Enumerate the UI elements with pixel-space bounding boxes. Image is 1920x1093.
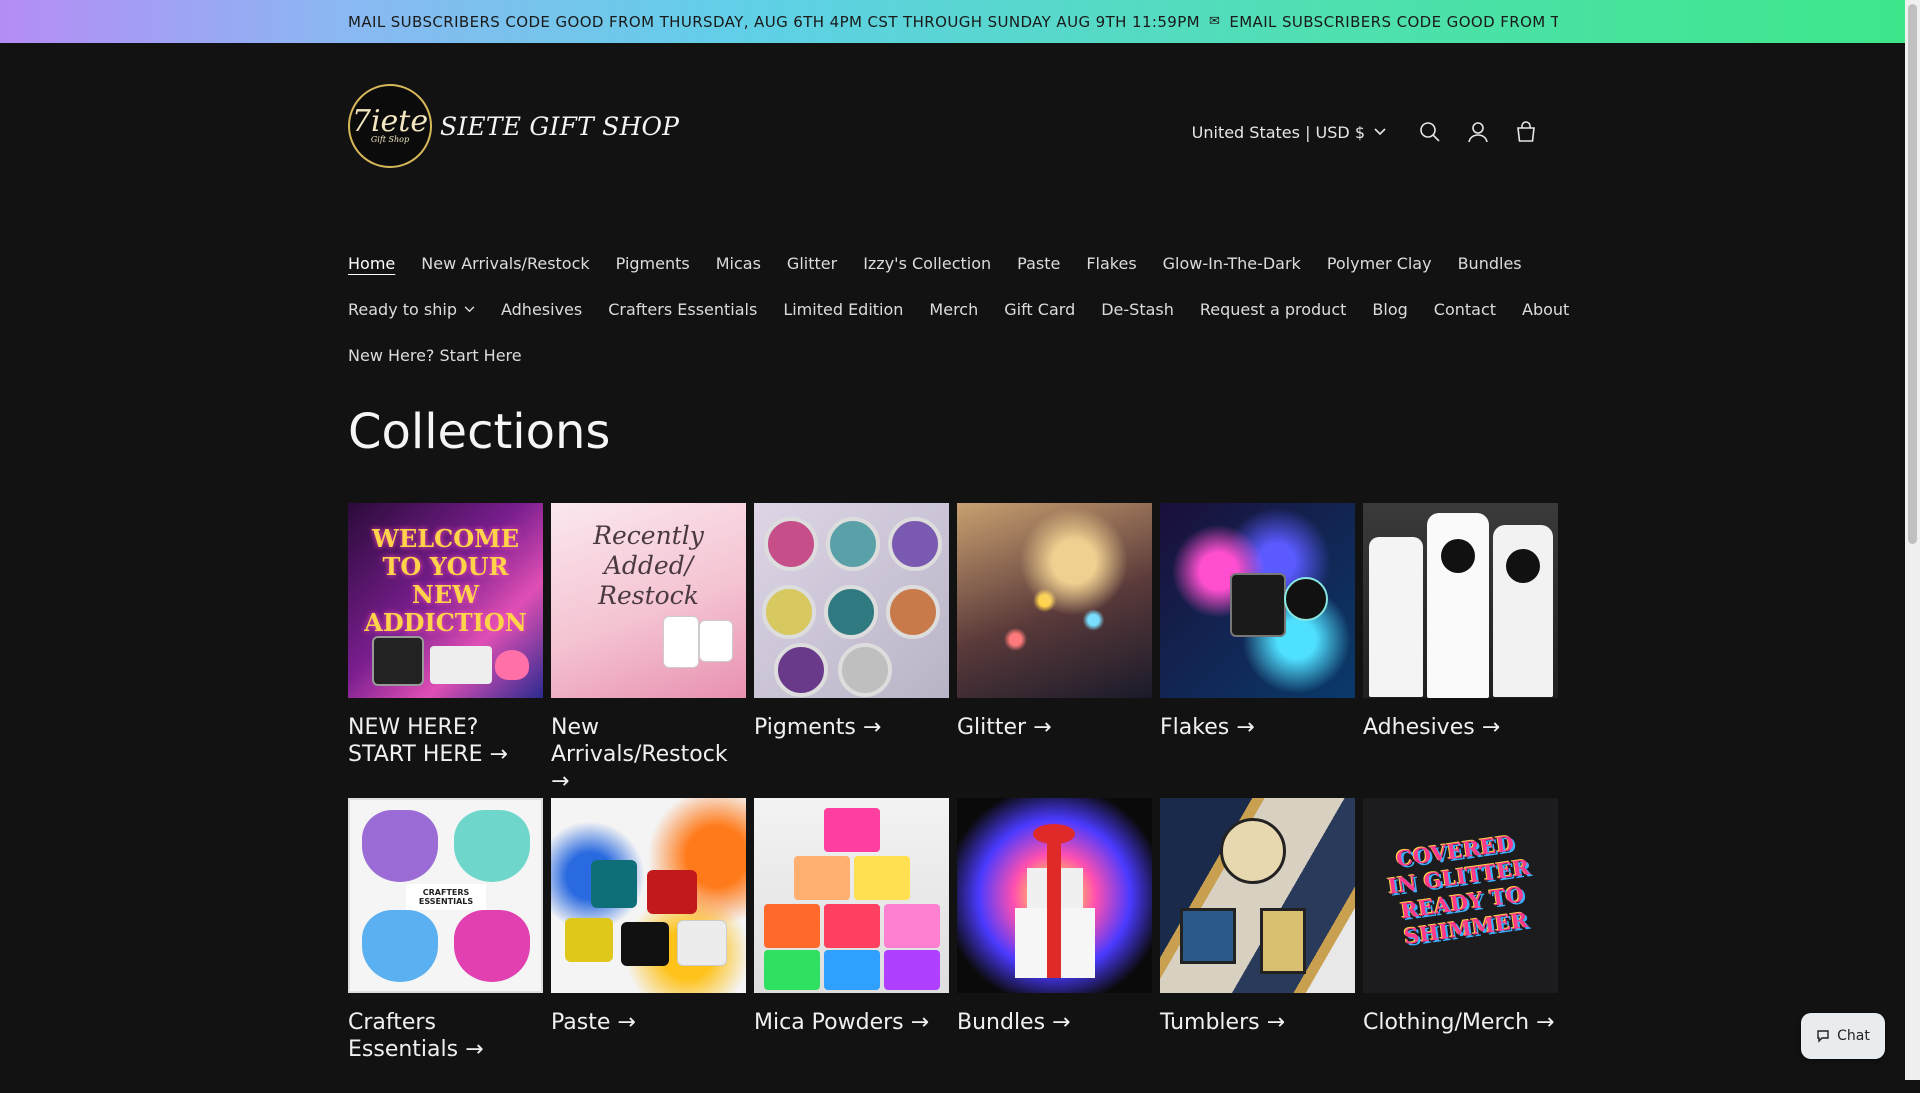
- nav-item-paste[interactable]: Paste: [1017, 254, 1060, 273]
- nav-item-crafters-essentials[interactable]: Crafters Essentials: [608, 300, 757, 319]
- nav-item-merch[interactable]: Merch: [929, 300, 978, 319]
- logo-mark-subtext: Gift Shop: [370, 134, 410, 144]
- store-name: SIETE GIFT SHOP: [440, 111, 680, 141]
- chat-button[interactable]: Chat: [1801, 1013, 1885, 1059]
- collection-card-glitter[interactable]: Glitter →: [957, 503, 1152, 798]
- collection-title[interactable]: Flakes →: [1160, 714, 1355, 741]
- collection-image[interactable]: [1160, 503, 1355, 698]
- collection-title[interactable]: Glitter →: [957, 714, 1152, 741]
- chat-label: Chat: [1837, 1028, 1870, 1044]
- collection-image[interactable]: [754, 798, 949, 993]
- nav-item-micas[interactable]: Micas: [716, 254, 761, 273]
- nav-item-de-stash[interactable]: De-Stash: [1101, 300, 1174, 319]
- nav-item-gift-card[interactable]: Gift Card: [1004, 300, 1075, 319]
- collection-image-text: Recently Added/ Restock: [593, 521, 704, 610]
- nav-item-contact[interactable]: Contact: [1434, 300, 1496, 319]
- collection-image[interactable]: COVERED IN GLITTER READY TO SHIMMER: [1363, 798, 1558, 993]
- chat-bubble-icon: [1817, 1030, 1829, 1043]
- chevron-down-icon: [464, 305, 475, 312]
- collection-card-tumblers[interactable]: Tumblers →: [1160, 798, 1355, 1093]
- collection-image[interactable]: WELCOME TO YOUR NEW ADDICTION: [348, 503, 543, 698]
- collection-image[interactable]: CRAFTERS ESSENTIALS: [348, 798, 543, 993]
- nav-item-label: Ready to ship: [348, 299, 457, 319]
- collection-title[interactable]: Paste →: [551, 1009, 746, 1036]
- chevron-down-icon: [1374, 128, 1386, 136]
- country-currency-selector[interactable]: United States | USD $: [1192, 123, 1386, 142]
- collection-image-text: WELCOME TO YOUR NEW ADDICTION: [364, 524, 527, 637]
- nav-item-request-a-product[interactable]: Request a product: [1200, 300, 1347, 319]
- account-icon[interactable]: [1454, 112, 1502, 152]
- nav-item-about[interactable]: About: [1522, 300, 1569, 319]
- email-icon: ✉: [1209, 14, 1221, 29]
- announcement-bar: MAIL SUBSCRIBERS CODE GOOD FROM THURSDAY…: [0, 0, 1905, 43]
- nav-row: Ready to ship Adhesives Crafters Essenti…: [348, 286, 1569, 332]
- collection-image[interactable]: [1160, 798, 1355, 993]
- collection-title[interactable]: Adhesives →: [1363, 714, 1558, 741]
- collection-title[interactable]: Crafters Essentials →: [348, 1009, 543, 1063]
- logo-mark: 7iete Gift Shop: [348, 84, 432, 168]
- announcement-text: EMAIL SUBSCRIBERS CODE GOOD FROM THURSDA…: [1229, 12, 1558, 31]
- collection-image[interactable]: [754, 503, 949, 698]
- logo-mark-text: 7iete: [351, 103, 429, 139]
- nav-item-blog[interactable]: Blog: [1372, 300, 1407, 319]
- page-title: Collections: [348, 404, 611, 460]
- announcement-text: MAIL SUBSCRIBERS CODE GOOD FROM THURSDAY…: [348, 12, 1201, 31]
- collection-card-new-arrivals[interactable]: Recently Added/ Restock New Arrivals/Res…: [551, 503, 746, 798]
- nav-row: New Here? Start Here: [348, 332, 1558, 378]
- collection-card-new-here[interactable]: WELCOME TO YOUR NEW ADDICTION NEW HERE? …: [348, 503, 543, 798]
- collection-title[interactable]: Bundles →: [957, 1009, 1152, 1036]
- collection-card-mica-powders[interactable]: Mica Powders →: [754, 798, 949, 1093]
- nav-item-izzys-collection[interactable]: Izzy's Collection: [863, 254, 991, 273]
- header-actions: United States | USD $: [1192, 112, 1550, 152]
- store-logo[interactable]: 7iete Gift Shop SIETE GIFT SHOP: [348, 84, 679, 168]
- main-navigation: Home New Arrivals/Restock Pigments Micas…: [348, 240, 1569, 378]
- announcement-marquee: MAIL SUBSCRIBERS CODE GOOD FROM THURSDAY…: [348, 0, 1558, 43]
- nav-item-bundles[interactable]: Bundles: [1458, 254, 1522, 273]
- currency-label: United States | USD $: [1191, 122, 1365, 142]
- collection-card-clothing-merch[interactable]: COVERED IN GLITTER READY TO SHIMMER Clot…: [1363, 798, 1558, 1093]
- collection-card-pigments[interactable]: Pigments →: [754, 503, 949, 798]
- nav-item-polymer-clay[interactable]: Polymer Clay: [1327, 254, 1432, 273]
- collection-title[interactable]: Clothing/Merch →: [1363, 1009, 1558, 1036]
- page-scrollbar[interactable]: [1905, 0, 1920, 1080]
- collection-card-crafters-essentials[interactable]: CRAFTERS ESSENTIALS Crafters Essentials …: [348, 798, 543, 1093]
- scrollbar-thumb[interactable]: [1908, 4, 1917, 544]
- nav-item-new-arrivals[interactable]: New Arrivals/Restock: [421, 254, 589, 273]
- nav-item-glitter[interactable]: Glitter: [787, 254, 837, 273]
- nav-item-flakes[interactable]: Flakes: [1086, 254, 1136, 273]
- nav-item-ready-to-ship[interactable]: Ready to ship: [348, 300, 475, 319]
- collection-title[interactable]: New Arrivals/Restock →: [551, 714, 746, 795]
- collection-card-flakes[interactable]: Flakes →: [1160, 503, 1355, 798]
- collection-title[interactable]: NEW HERE? START HERE →: [348, 714, 543, 768]
- collection-card-paste[interactable]: Paste →: [551, 798, 746, 1093]
- nav-item-glow-in-the-dark[interactable]: Glow-In-The-Dark: [1163, 254, 1301, 273]
- collection-title[interactable]: Tumblers →: [1160, 1009, 1355, 1036]
- collection-title[interactable]: Pigments →: [754, 714, 949, 741]
- nav-item-limited-edition[interactable]: Limited Edition: [783, 300, 903, 319]
- nav-item-pigments[interactable]: Pigments: [616, 254, 690, 273]
- search-icon[interactable]: [1406, 112, 1454, 152]
- collection-grid: WELCOME TO YOUR NEW ADDICTION NEW HERE? …: [348, 503, 1558, 1093]
- collection-card-adhesives[interactable]: Adhesives →: [1363, 503, 1558, 798]
- collection-image[interactable]: [1363, 503, 1558, 698]
- nav-item-home[interactable]: Home: [348, 254, 395, 273]
- collection-title[interactable]: Mica Powders →: [754, 1009, 949, 1036]
- collection-image-text: CRAFTERS ESSENTIALS: [406, 884, 486, 910]
- collection-image-text: COVERED IN GLITTER READY TO SHIMMER: [1386, 830, 1532, 950]
- nav-item-new-here[interactable]: New Here? Start Here: [348, 346, 522, 365]
- collection-card-bundles[interactable]: Bundles →: [957, 798, 1152, 1093]
- collection-image[interactable]: [551, 798, 746, 993]
- collection-image[interactable]: [957, 503, 1152, 698]
- collection-image[interactable]: Recently Added/ Restock: [551, 503, 746, 698]
- cart-icon[interactable]: [1502, 112, 1550, 152]
- collection-image[interactable]: [957, 798, 1152, 993]
- nav-row: Home New Arrivals/Restock Pigments Micas…: [348, 240, 1558, 286]
- nav-item-adhesives[interactable]: Adhesives: [501, 300, 582, 319]
